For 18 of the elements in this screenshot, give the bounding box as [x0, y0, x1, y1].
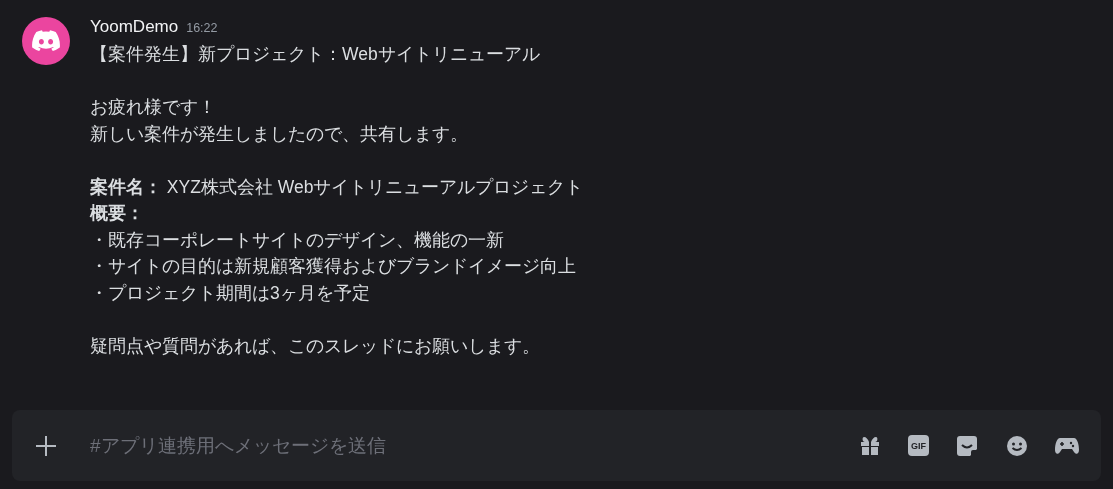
timestamp: 16:22 [186, 21, 218, 35]
message-line: 概要： [90, 202, 145, 225]
message-line: ・既存コーポレートサイトのデザイン、機能の一新 [90, 228, 505, 252]
message-line: ・プロジェクト期間は3ヶ月を予定 [90, 281, 371, 305]
message-line: 疑問点や質問があれば、このスレッドにお願いします。 [90, 334, 541, 358]
message-line: お疲れ様です！ [90, 96, 217, 119]
gif-button[interactable]: GIF [908, 435, 929, 456]
sticker-icon[interactable] [955, 433, 979, 458]
controller-logo-icon [32, 30, 60, 52]
message-line: 【案件発生】新プロジェクト：Webサイトリニューアル [90, 43, 541, 66]
avatar[interactable] [22, 17, 70, 65]
smiley-icon[interactable] [1005, 433, 1029, 458]
message-input[interactable]: #アプリ連携用へメッセージを送信 GIF [12, 410, 1101, 481]
message-line: 案件名： XYZ株式会社 Webサイトリニューアルプロジェクト [90, 175, 584, 199]
author-name[interactable]: YoomDemo [90, 17, 179, 37]
add-icon[interactable] [34, 433, 58, 458]
message-line: 新しい案件が発生しましたので、共有します。 [90, 122, 469, 146]
message-line: ・サイトの目的は新規顧客獲得およびブランドイメージ向上 [90, 255, 577, 278]
